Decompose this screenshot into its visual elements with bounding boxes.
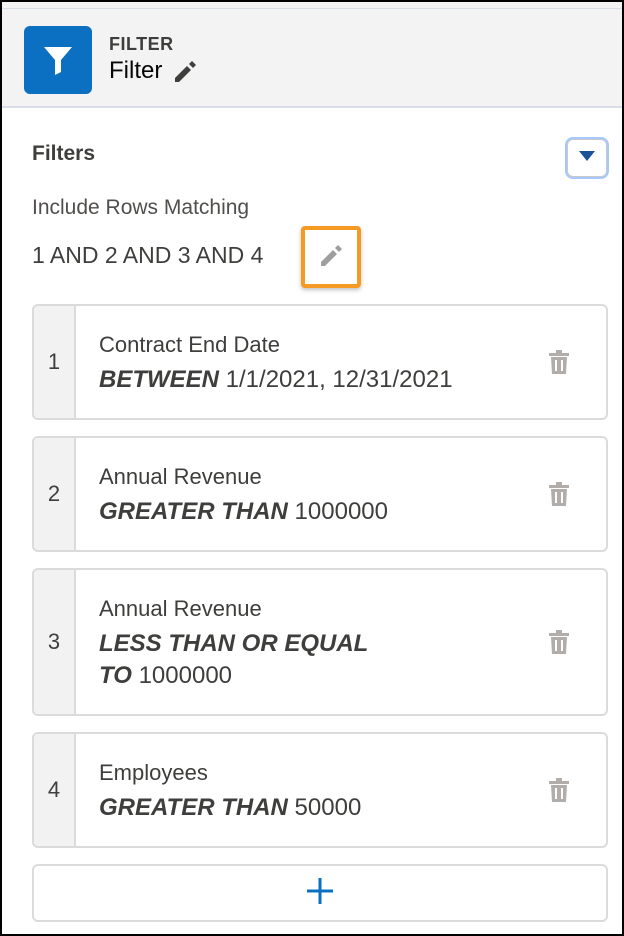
filter-condition: LESS THAN OR EQUAL TO 1000000 (99, 628, 419, 692)
filter-item-1[interactable]: 1 Contract End Date BETWEEN 1/1/2021, 12… (32, 304, 608, 420)
delete-filter-4-trash-icon[interactable] (548, 777, 570, 803)
filter-item-3[interactable]: 3 Annual Revenue LESS THAN OR EQUAL TO 1… (32, 568, 608, 716)
filter-condition: BETWEEN 1/1/2021, 12/31/2021 (99, 364, 519, 396)
filters-section-title: Filters (32, 142, 96, 165)
filter-operator: LESS THAN OR EQUAL (99, 630, 369, 657)
filter-field: Annual Revenue (99, 464, 262, 489)
delete-filter-3-trash-icon[interactable] (548, 629, 570, 655)
filter-operator: GREATER THAN (99, 498, 288, 525)
plus-icon (305, 876, 335, 911)
header-title-row: Filter (109, 57, 198, 85)
filter-operator-continued: TO (99, 662, 132, 689)
filter-index: 1 (34, 306, 76, 418)
filter-index: 2 (34, 438, 76, 550)
filters-collapse-button[interactable] (567, 139, 607, 177)
filter-condition: GREATER THAN 1000000 (99, 496, 519, 528)
page-title: Filter (109, 57, 163, 84)
filter-index: 3 (34, 570, 76, 714)
delete-filter-2-trash-icon[interactable] (548, 481, 570, 507)
chevron-down-icon (578, 149, 596, 168)
header-divider (2, 8, 622, 9)
filter-logic-value: 1 AND 2 AND 3 AND 4 (32, 242, 264, 268)
pencil-icon (318, 242, 344, 273)
filter-condition: GREATER THAN 50000 (99, 792, 519, 824)
filter-item-2[interactable]: 2 Annual Revenue GREATER THAN 1000000 (32, 436, 608, 552)
delete-filter-1-trash-icon[interactable] (548, 349, 570, 375)
filter-operator: BETWEEN (99, 366, 219, 393)
panel-header: FILTER Filter (2, 2, 622, 108)
filter-value: 1000000 (131, 662, 233, 689)
filter-icon (24, 26, 92, 94)
add-filter-button[interactable] (32, 864, 608, 922)
filter-field: Employees (99, 760, 208, 785)
filter-value: 1000000 (287, 498, 388, 525)
filter-field: Contract End Date (99, 332, 280, 357)
filter-field: Annual Revenue (99, 596, 262, 621)
edit-title-pencil-icon[interactable] (172, 58, 198, 84)
filter-index: 4 (34, 734, 76, 846)
edit-filter-logic-button[interactable] (301, 226, 361, 288)
filter-item-4[interactable]: 4 Employees GREATER THAN 50000 (32, 732, 608, 848)
filter-logic-label: Include Rows Matching (32, 196, 250, 219)
header-eyebrow: FILTER (109, 34, 174, 54)
filter-value: 50000 (287, 794, 362, 821)
filter-panel: FILTER Filter Filters Include Rows Match… (0, 0, 624, 936)
filter-value: 1/1/2021, 12/31/2021 (219, 366, 453, 393)
filter-operator: GREATER THAN (99, 794, 288, 821)
